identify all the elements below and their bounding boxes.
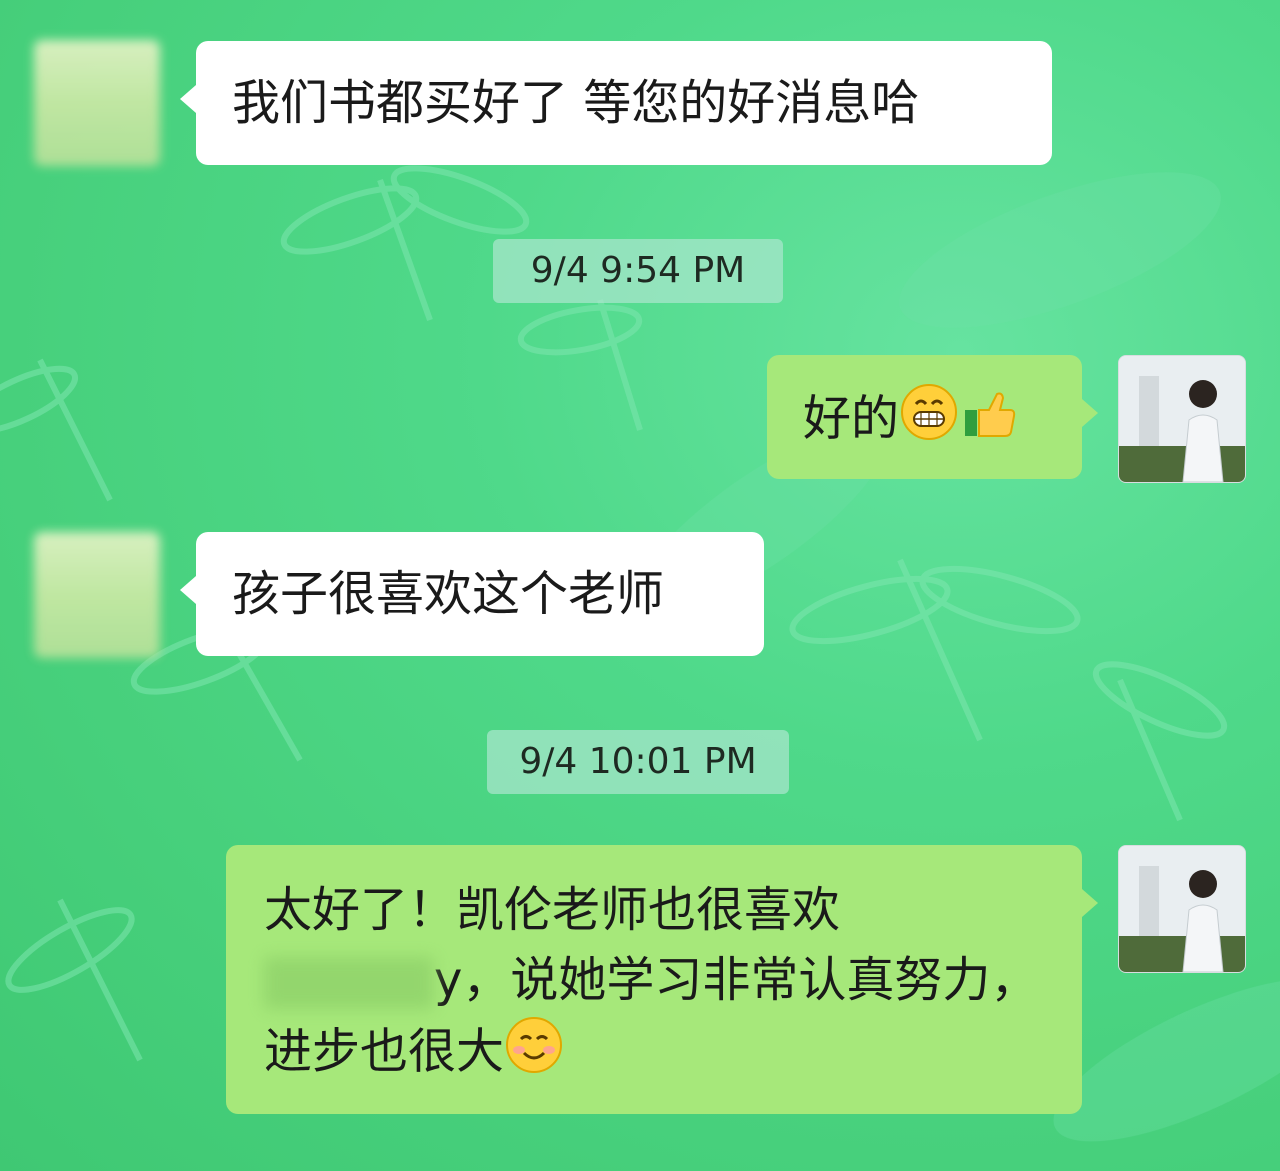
message-text: 孩子很喜欢这个老师: [232, 566, 665, 622]
timestamp: 9/4 9:54 PM: [493, 239, 783, 303]
incoming-message-bubble[interactable]: 我们书都买好了 等您的好消息哈: [180, 41, 1052, 165]
message-line-text: y，说她学习非常认真努力，: [434, 952, 1039, 1008]
outgoing-message-bubble[interactable]: 太好了！凯伦老师也很喜欢 y，说她学习非常认真努力， 进步也很大: [226, 845, 1098, 1114]
contact-avatar[interactable]: [34, 532, 160, 658]
redacted-name: [264, 957, 434, 1009]
timestamp: 9/4 10:01 PM: [487, 730, 789, 794]
message-text: 我们书都买好了 等您的好消息哈: [232, 75, 920, 131]
smiling-face-emoji: [504, 1015, 564, 1094]
grinning-face-emoji: [899, 382, 959, 461]
outgoing-message-bubble[interactable]: 好的: [767, 355, 1098, 479]
message-line: 太好了！凯伦老师也很喜欢: [264, 882, 841, 938]
message-line: 进步也很大: [264, 1015, 1044, 1094]
my-avatar[interactable]: [1118, 845, 1246, 973]
incoming-message-bubble[interactable]: 孩子很喜欢这个老师: [180, 532, 764, 656]
chat-window: 我们书都买好了 等您的好消息哈 9/4 9:54 PM 好的 孩子很喜欢这个老师…: [0, 0, 1280, 1171]
my-avatar[interactable]: [1118, 355, 1246, 483]
thumbs-up-emoji: [959, 382, 1019, 461]
message-text: 好的: [803, 390, 900, 447]
message-line: y，说她学习非常认真努力，: [264, 945, 1044, 1015]
message-line-text: 进步也很大: [264, 1023, 505, 1080]
contact-avatar[interactable]: [34, 40, 160, 166]
